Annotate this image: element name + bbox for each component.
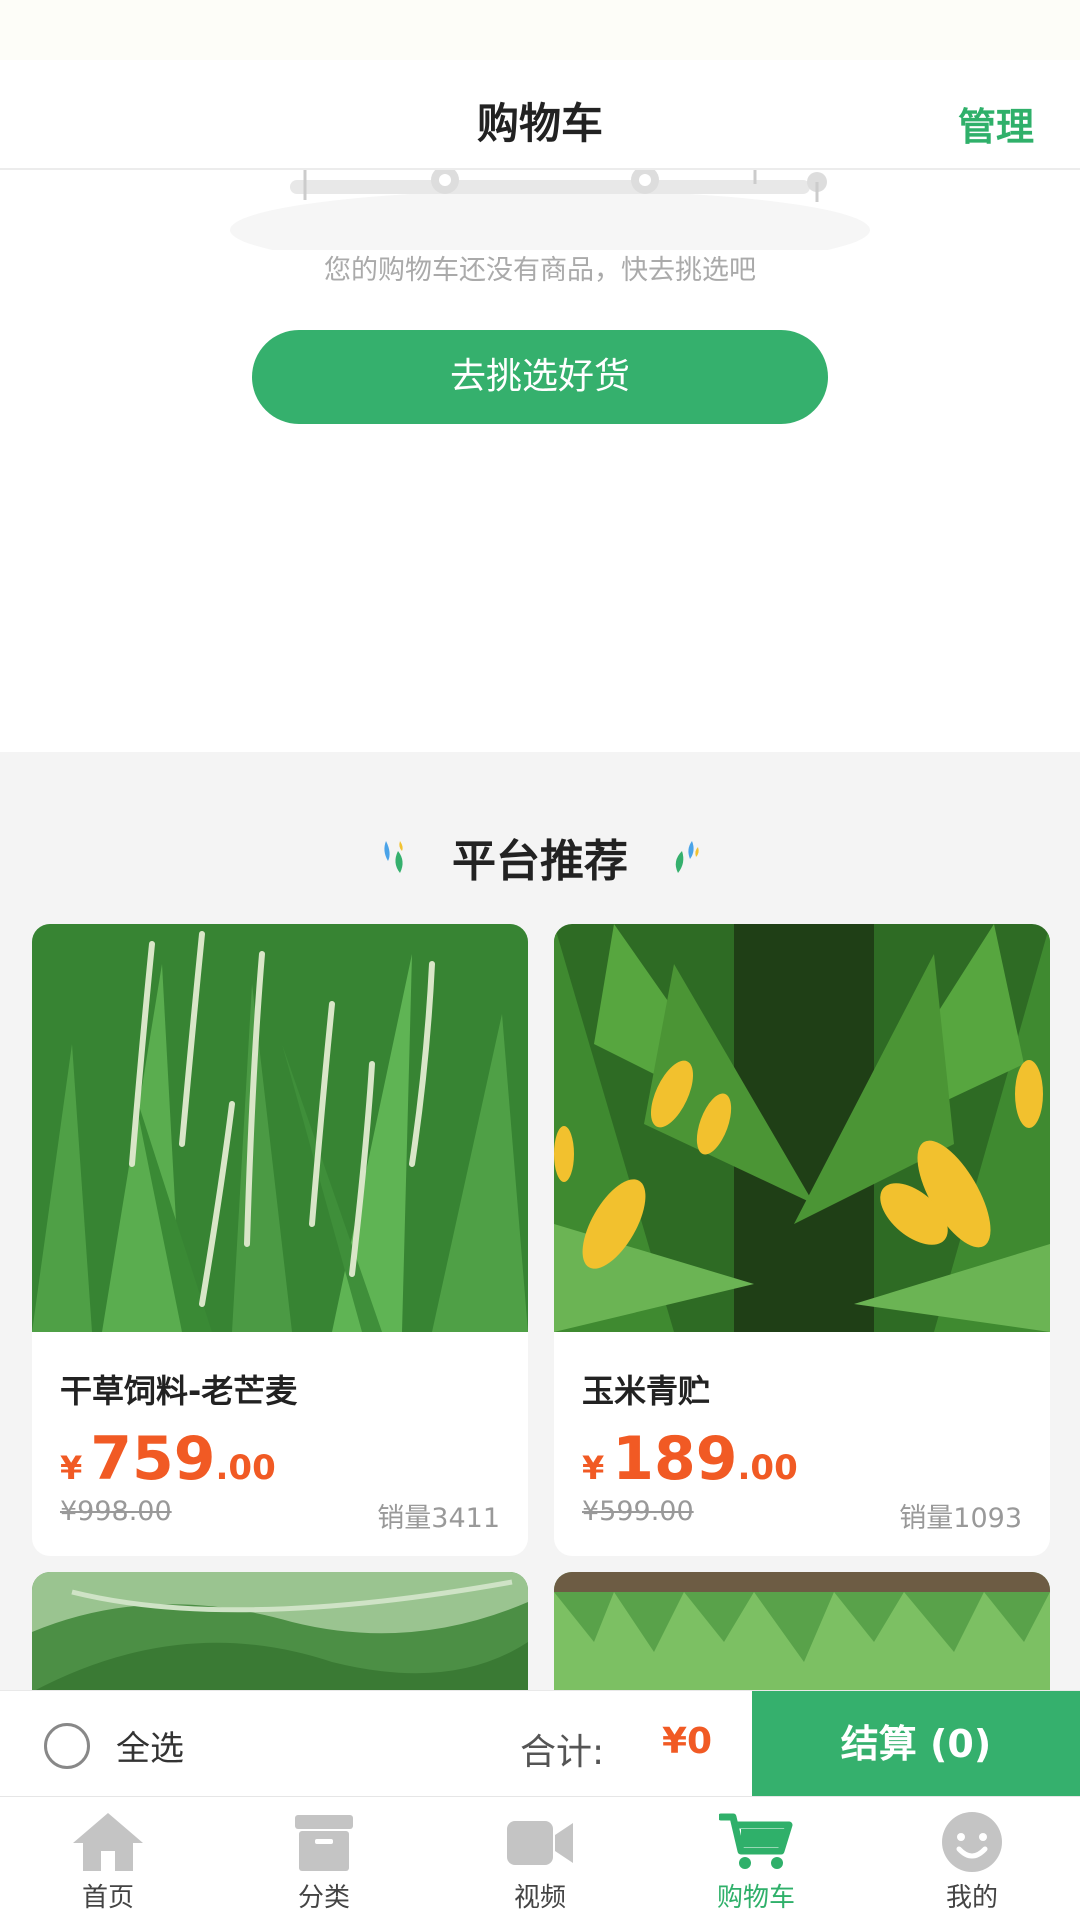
price-integer: 759: [90, 1424, 216, 1494]
product-card[interactable]: 玉米青贮 ¥ 189 .00 ¥599.00 销量1093: [554, 924, 1050, 1556]
total-value: ¥0: [662, 1721, 713, 1762]
select-all-toggle[interactable]: 全选: [44, 1721, 184, 1770]
product-image-grass: [32, 924, 528, 1332]
sparkle-left-icon: [384, 841, 403, 873]
product-card-partial[interactable]: [32, 1572, 528, 1692]
product-price: ¥ 189 .00: [582, 1424, 1022, 1494]
select-all-checkbox[interactable]: [44, 1722, 90, 1769]
page-header: 购物车 管理: [0, 60, 1080, 170]
original-price: ¥599.00: [582, 1496, 694, 1527]
bottom-tab-bar: 首页 分类 视频 购物车 我的: [0, 1796, 1080, 1920]
manage-button[interactable]: 管理: [958, 96, 1034, 151]
tab-cart[interactable]: 购物车: [648, 1797, 864, 1920]
category-icon: [295, 1815, 353, 1871]
total-label: 合计:: [520, 1732, 605, 1773]
original-price: ¥998.00: [60, 1496, 172, 1527]
currency-symbol: ¥: [60, 1449, 83, 1487]
price-decimal: .00: [737, 1448, 798, 1488]
checkout-button[interactable]: 结算 (0): [752, 1691, 1080, 1797]
tab-label: 视频: [513, 1883, 566, 1913]
tab-video[interactable]: 视频: [432, 1797, 648, 1920]
empty-cart-message: 您的购物车还没有商品，快去挑选吧: [324, 255, 756, 286]
product-name: 干草饲料-老芒麦: [60, 1372, 298, 1410]
home-icon: [73, 1813, 143, 1871]
tab-home[interactable]: 首页: [0, 1797, 216, 1920]
sparkle-right-icon: [675, 841, 699, 873]
checkout-bar: 全选 合计: ¥0 结算 (0): [0, 1690, 1080, 1797]
cart-icon: [719, 1813, 793, 1869]
profile-icon: [942, 1812, 1002, 1872]
price-decimal: .00: [215, 1448, 276, 1488]
go-shopping-button[interactable]: 去挑选好货: [252, 330, 828, 424]
empty-cart-illustration: [230, 170, 870, 250]
product-card-partial[interactable]: [554, 1572, 1050, 1692]
tab-label: 首页: [81, 1883, 134, 1913]
product-name: 玉米青贮: [582, 1372, 711, 1410]
tab-label: 分类: [297, 1883, 350, 1913]
recommend-header: 平台推荐: [0, 822, 1080, 892]
tab-profile[interactable]: 我的: [864, 1797, 1080, 1920]
select-all-label: 全选: [116, 1729, 184, 1769]
tab-label: 购物车: [716, 1883, 795, 1913]
recommend-title: 平台推荐: [452, 836, 628, 887]
sales-count: 销量3411: [377, 1503, 500, 1534]
sales-count: 销量1093: [899, 1503, 1022, 1534]
product-price: ¥ 759 .00: [60, 1424, 500, 1494]
tab-label: 我的: [945, 1883, 998, 1913]
status-bar-area: [0, 0, 1080, 60]
tab-category[interactable]: 分类: [216, 1797, 432, 1920]
price-integer: 189: [612, 1424, 738, 1494]
currency-symbol: ¥: [582, 1449, 605, 1487]
page-title: 购物车: [476, 99, 603, 148]
product-card[interactable]: 干草饲料-老芒麦 ¥ 759 .00 ¥998.00 销量3411: [32, 924, 528, 1556]
product-image-corn: [554, 924, 1050, 1332]
video-icon: [507, 1821, 573, 1865]
